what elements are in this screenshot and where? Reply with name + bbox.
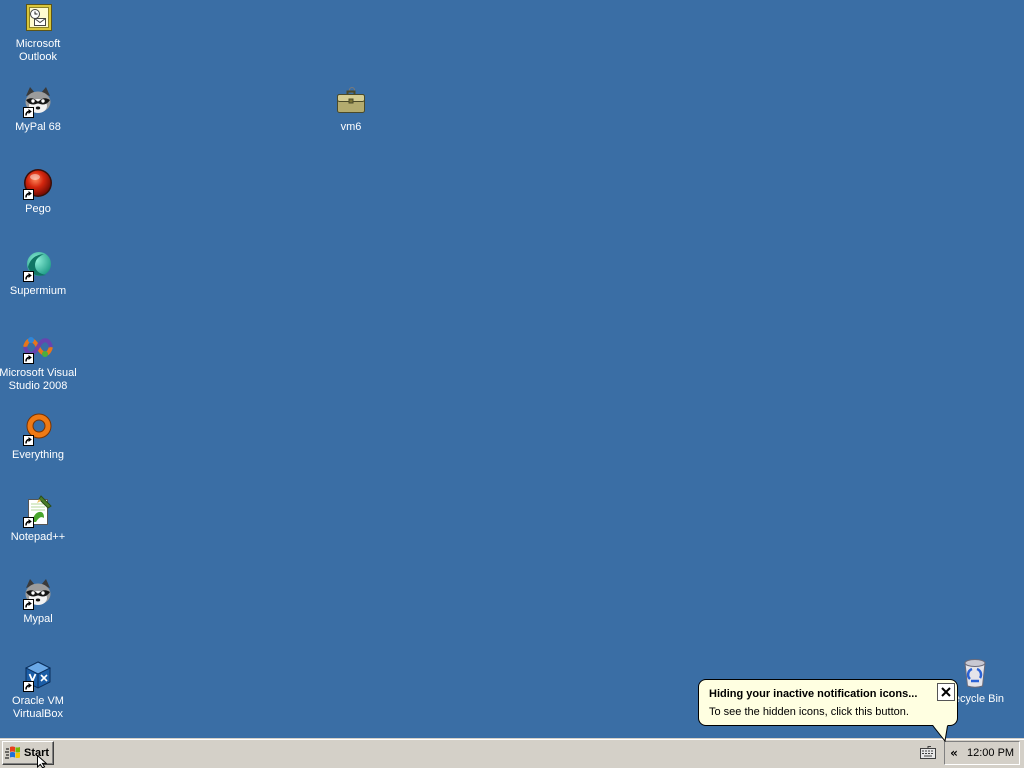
shortcut-arrow-icon	[23, 599, 34, 610]
desktop-icon-label: MyPal 68	[15, 121, 61, 133]
desktop-icon-everything[interactable]: Everything	[0, 413, 78, 462]
desktop-icon-label: Pego	[25, 203, 51, 215]
desktop-icon-label: Everything	[12, 449, 64, 461]
desktop[interactable]: Microsoft Outlook MyPal 68 vm6 Pego Supe…	[0, 0, 1024, 738]
desktop-icon-supermium[interactable]: Supermium	[0, 249, 78, 298]
shortcut-arrow-icon	[23, 189, 34, 200]
shortcut-arrow-icon	[23, 353, 34, 364]
everything-icon	[22, 413, 54, 446]
desktop-icon-pego[interactable]: Pego	[0, 167, 78, 216]
desktop-icon-label: Microsoft Visual Studio 2008	[0, 367, 77, 392]
shortcut-arrow-icon	[23, 435, 34, 446]
desktop-icon-label: Notepad++	[10, 531, 66, 543]
shortcut-arrow-icon	[23, 681, 34, 692]
desktop-icon-visual-studio-2008[interactable]: Microsoft Visual Studio 2008	[0, 331, 78, 393]
notification-balloon[interactable]: Hiding your inactive notification icons.…	[698, 679, 958, 726]
desktop-icon-label: Supermium	[9, 285, 67, 297]
arrow-pointer-icon	[37, 755, 47, 768]
desktop-icon-vm6[interactable]: vm6	[311, 85, 391, 134]
balloon-close-button[interactable]	[937, 683, 955, 701]
desktop-icon-notepad-plus-plus[interactable]: Notepad++	[0, 495, 78, 544]
virtualbox-icon	[22, 659, 54, 692]
shortcut-arrow-icon	[23, 107, 34, 118]
supermium-icon	[22, 249, 54, 282]
notification-area: « 12:00 PM	[944, 741, 1020, 765]
desktop-icon-microsoft-outlook[interactable]: Microsoft Outlook	[0, 2, 78, 64]
desktop-icon-mypal-68[interactable]: MyPal 68	[0, 85, 78, 134]
balloon-tail	[932, 725, 948, 742]
clock[interactable]: 12:00 PM	[967, 746, 1014, 760]
raccoon-icon	[22, 85, 54, 118]
briefcase-icon	[335, 85, 367, 117]
pego-icon	[22, 167, 54, 200]
notepad-plus-plus-icon	[22, 495, 54, 528]
desktop-icon-label: vm6	[340, 121, 362, 133]
show-hidden-icons-button[interactable]: «	[948, 745, 960, 761]
desktop-icon-label: Mypal	[23, 613, 53, 625]
close-icon	[941, 687, 951, 697]
balloon-title: Hiding your inactive notification icons.…	[709, 688, 918, 700]
balloon-text: To see the hidden icons, click this butt…	[709, 706, 909, 718]
shortcut-arrow-icon	[23, 517, 34, 528]
taskbar: Start « 12:00 PM	[0, 738, 1024, 768]
desktop-icon-oracle-vm-virtualbox[interactable]: Oracle VM VirtualBox	[0, 659, 78, 721]
windows-flag-icon	[5, 745, 21, 761]
raccoon-icon	[22, 577, 54, 610]
keyboard-icon[interactable]	[920, 746, 936, 760]
outlook-icon	[22, 2, 54, 34]
desktop-icon-label: Microsoft Outlook	[15, 38, 61, 63]
recycle-bin-icon	[959, 657, 991, 689]
shortcut-arrow-icon	[23, 271, 34, 282]
visual-studio-icon	[22, 331, 54, 364]
desktop-icon-mypal[interactable]: Mypal	[0, 577, 78, 626]
desktop-icon-label: Oracle VM VirtualBox	[12, 695, 64, 720]
